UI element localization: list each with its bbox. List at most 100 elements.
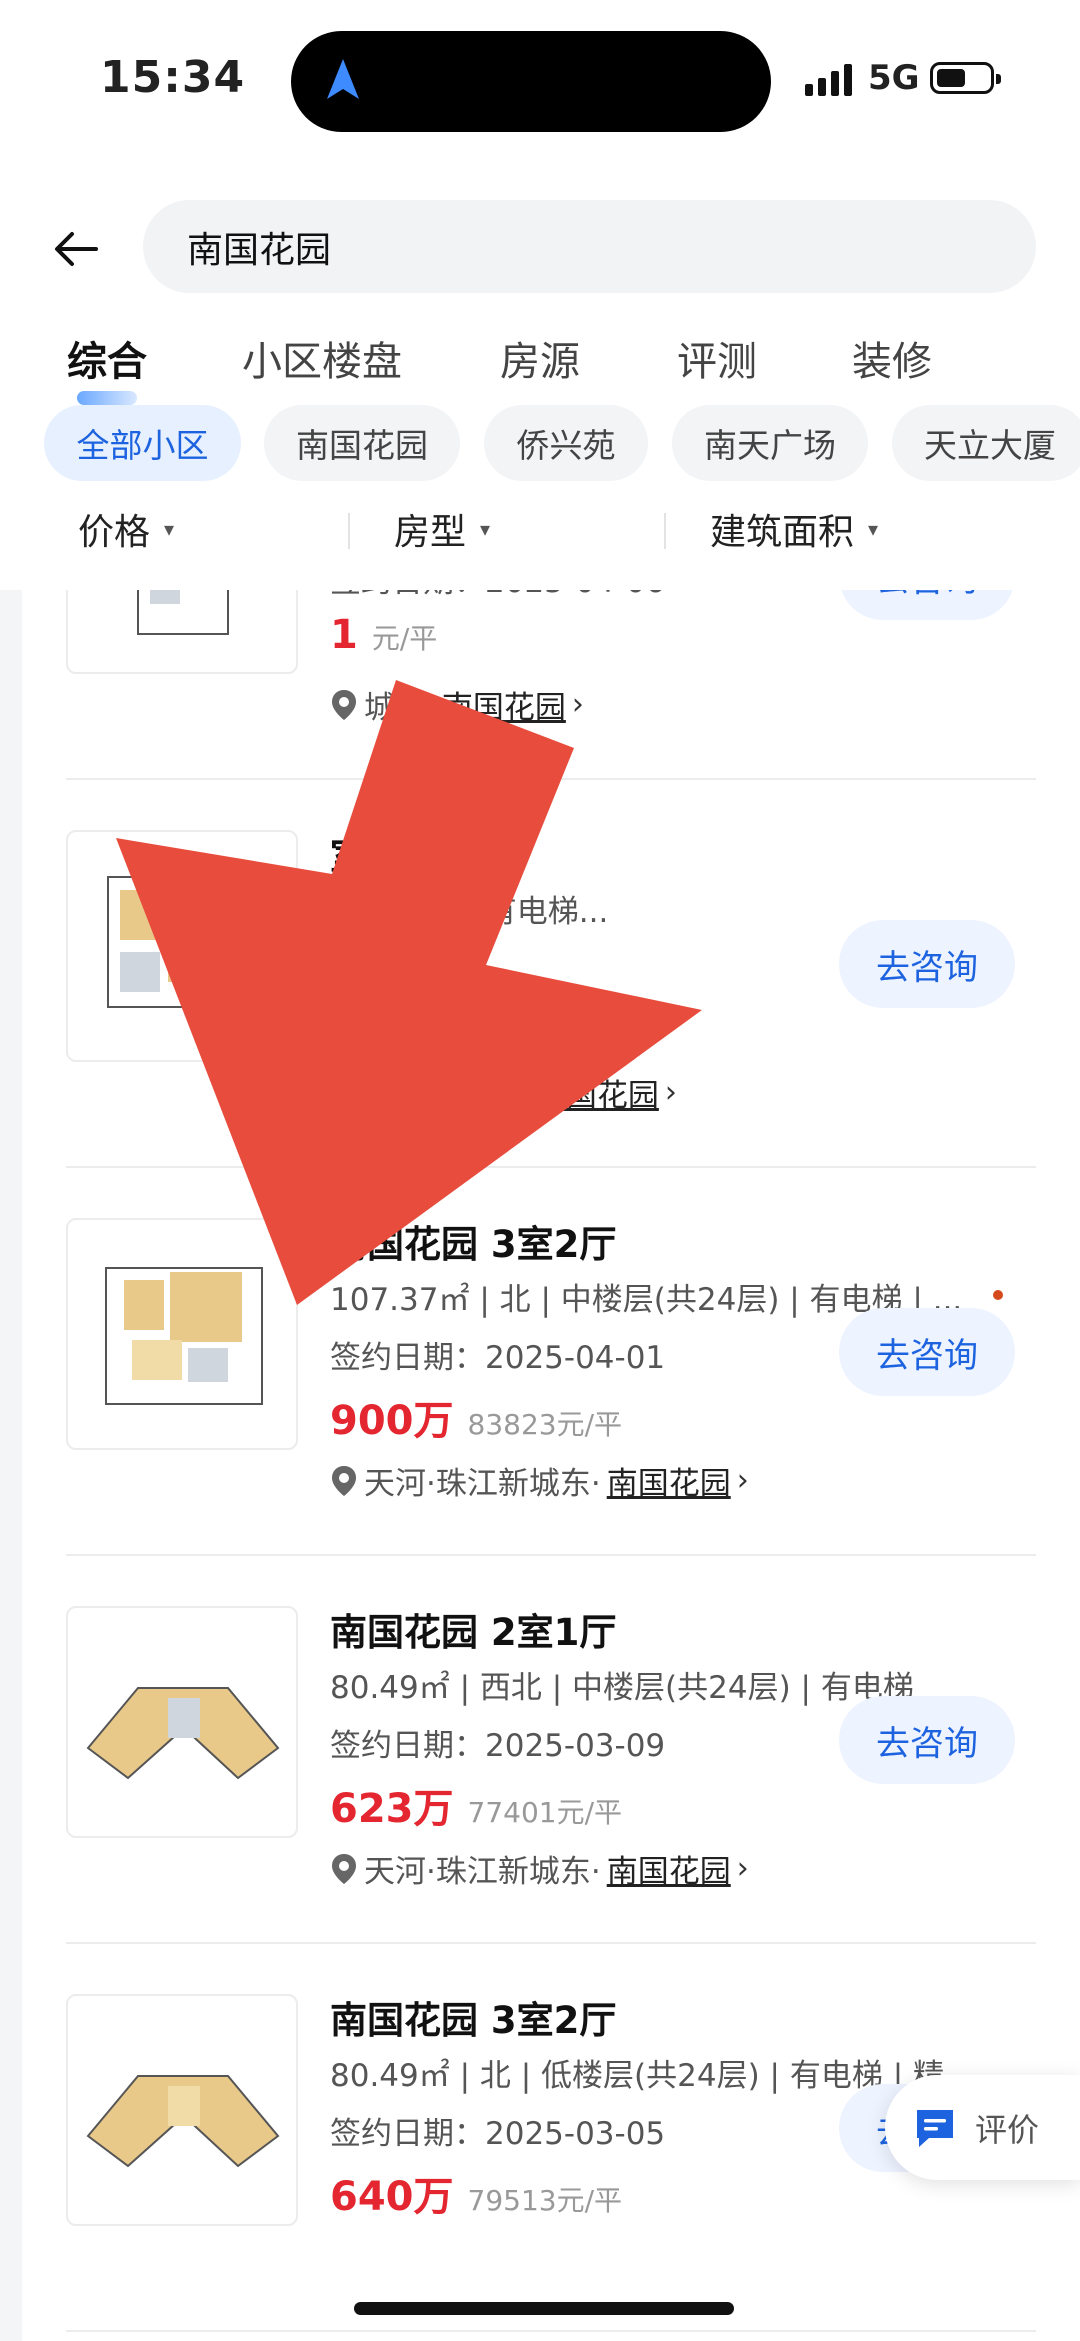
status-bar: 15:34 5G <box>0 0 1080 165</box>
tab-label: 房源 <box>500 339 580 385</box>
tab-decoration[interactable]: 装修 <box>852 329 932 387</box>
listing-price: 900万 <box>330 1398 454 1444</box>
listing-card[interactable]: 南国花园 3室2厅 107.37㎡ | 北 | 中楼层(共24层) | 有电梯 |… <box>22 1168 1080 1556</box>
navigation-arrow-icon <box>327 59 359 99</box>
consult-button[interactable]: 去咨询 <box>839 1696 1015 1784</box>
screen: 15:34 5G 南国花园 综合 小区楼盘 房源 评测 装修 全部小区 南国花园… <box>0 0 1080 2341</box>
filter-price[interactable]: 价格 ▾ <box>78 503 174 555</box>
location-pin-icon <box>332 1077 356 1108</box>
listing-unit-price: 83823元/平 <box>467 1408 623 1441</box>
listing-price-row: 1 元/平 <box>330 612 437 658</box>
listing-location[interactable]: 天河·珠江新城东· 南国花园 › <box>330 1458 749 1503</box>
community-link[interactable]: 南国花园 <box>442 682 566 727</box>
listing-price-row: 994元/平 <box>330 1000 463 1040</box>
chevron-down-icon: ▾ <box>164 517 175 541</box>
listing-price: 623万 <box>330 1786 454 1832</box>
chevron-right-icon: › <box>664 1075 677 1110</box>
consult-button[interactable]: 去咨询 <box>839 920 1015 1008</box>
chip-nanguo-garden[interactable]: 南国花园 <box>264 405 460 481</box>
feedback-label: 评价 <box>975 2110 1040 2149</box>
tab-label: 评测 <box>677 339 757 385</box>
listing-price-row: 623万 77401元/平 <box>330 1776 622 1834</box>
listing-district: 珠江新城东· <box>364 1078 529 1114</box>
floor-plan-thumbnail[interactable] <box>66 830 298 1062</box>
tab-label: 小区楼盘 <box>242 339 402 385</box>
location-pin-icon <box>332 1465 356 1496</box>
listing-sign-date: 签约日期：2025-03-09 <box>330 1728 666 1764</box>
community-link[interactable]: 南国花园 <box>535 1070 659 1115</box>
notification-dot <box>993 1290 1003 1300</box>
filter-label: 价格 <box>78 512 151 553</box>
tab-active-indicator <box>77 391 137 405</box>
listing-unit-price: 79513元/平 <box>467 2184 623 2217</box>
floor-plan-thumbnail[interactable] <box>66 1606 298 1838</box>
consult-button[interactable]: 去咨询 <box>839 1308 1015 1396</box>
card-divider <box>66 2330 1036 2332</box>
network-label: 5G <box>868 58 920 98</box>
tab-bar: 综合 小区楼盘 房源 评测 装修 <box>0 315 1080 405</box>
signal-icon <box>805 62 852 96</box>
listing-unit-price: 994元/平 <box>344 1005 463 1038</box>
listing-card[interactable]: 室2厅 (共28层) | 有电梯... 4-05 994元/平 珠江新城东· 南国花园 › 去… <box>22 780 1080 1168</box>
tab-communities[interactable]: 小区楼盘 <box>242 329 402 387</box>
tab-label: 综合 <box>67 339 147 385</box>
tab-reviews[interactable]: 评测 <box>677 329 757 387</box>
listing-sign-date: 签约日期：2025-04-01 <box>330 1340 666 1376</box>
community-chips: 全部小区 南国花园 侨兴苑 南天广场 天立大厦 <box>44 405 1080 485</box>
location-pin-icon <box>332 1853 356 1884</box>
location-pin-icon <box>332 689 356 720</box>
listing-price: 1 <box>330 612 358 658</box>
chevron-down-icon: ▾ <box>480 517 491 541</box>
filter-divider <box>348 513 350 549</box>
listing-sign-date: 签约日期：2025-04-06 <box>330 590 665 601</box>
tab-listings[interactable]: 房源 <box>500 329 580 387</box>
listing-price-row: 640万 79513元/平 <box>330 2164 622 2222</box>
consult-button[interactable]: 去咨询 <box>839 590 1015 620</box>
listing-title: 南国花园 3室2厅 <box>330 1999 617 2042</box>
search-query: 南国花园 <box>187 229 332 271</box>
chip-all-communities[interactable]: 全部小区 <box>44 405 241 481</box>
community-link[interactable]: 南国花园 <box>607 1458 731 1503</box>
chevron-right-icon: › <box>736 1851 749 1886</box>
listing-unit-price: 77401元/平 <box>467 1796 623 1829</box>
chevron-right-icon: › <box>736 1463 749 1498</box>
listing-location[interactable]: 天河·珠江新城东· 南国花园 › <box>330 1846 749 1891</box>
floor-plan-thumbnail[interactable] <box>66 590 298 674</box>
search-input[interactable]: 南国花园 <box>143 200 1036 293</box>
back-arrow-icon[interactable] <box>52 225 100 273</box>
search-header: 南国花园 综合 小区楼盘 房源 评测 装修 全部小区 南国花园 侨兴苑 南天广场… <box>0 165 1080 590</box>
chip-nantian-plaza[interactable]: 南天广场 <box>672 405 868 481</box>
chip-tianli-building[interactable]: 天立大厦 <box>892 405 1080 481</box>
floor-plan-thumbnail[interactable] <box>66 1218 298 1450</box>
status-time: 15:34 <box>100 52 246 103</box>
listing-district: 城东· <box>364 690 436 726</box>
community-link[interactable]: 南国花园 <box>607 1846 731 1891</box>
listing-district: 天河·珠江新城东· <box>364 1466 601 1502</box>
chevron-right-icon: › <box>571 687 584 722</box>
listing-location[interactable]: 城东· 南国花园 › <box>330 682 584 727</box>
listing-sign-date: 4-05 <box>330 944 401 980</box>
chip-qiaoxingyuan[interactable]: 侨兴苑 <box>484 405 648 481</box>
feedback-button[interactable]: 评价 <box>885 2075 1080 2180</box>
chevron-down-icon: ▾ <box>868 517 879 541</box>
filter-layout[interactable]: 房型 ▾ <box>394 503 490 555</box>
listing-price: 640万 <box>330 2174 454 2220</box>
listing-card[interactable]: 南国花园 2室1厅 80.49㎡ | 西北 | 中楼层(共24层) | 有电梯 签约… <box>22 1556 1080 1944</box>
filter-bar: 价格 ▾ 房型 ▾ 建筑面积 ▾ <box>0 495 1080 565</box>
listing-title: 南国花园 3室2厅 <box>330 1223 617 1266</box>
listing-card[interactable]: 183.00㎡ | 东南 | 低楼层(共28层) | 有电梯签约日期：2025-… <box>22 590 1080 780</box>
chat-bubble-icon <box>917 2109 953 2147</box>
floor-plan-thumbnail[interactable] <box>66 1994 298 2226</box>
listing-district: 天河·珠江新城东· <box>364 1854 601 1890</box>
dynamic-island <box>291 31 771 132</box>
home-indicator[interactable] <box>354 2302 734 2315</box>
listing-title: 南国花园 2室1厅 <box>330 1611 617 1654</box>
listing-sign-date: 签约日期：2025-03-05 <box>330 2116 666 2152</box>
tab-label: 装修 <box>852 339 932 385</box>
listing-location[interactable]: 珠江新城东· 南国花园 › <box>330 1070 677 1115</box>
filter-label: 房型 <box>394 512 467 553</box>
filter-label: 建筑面积 <box>710 512 855 553</box>
tab-overview[interactable]: 综合 <box>67 329 147 405</box>
filter-area[interactable]: 建筑面积 ▾ <box>710 503 878 555</box>
filter-divider <box>664 513 666 549</box>
